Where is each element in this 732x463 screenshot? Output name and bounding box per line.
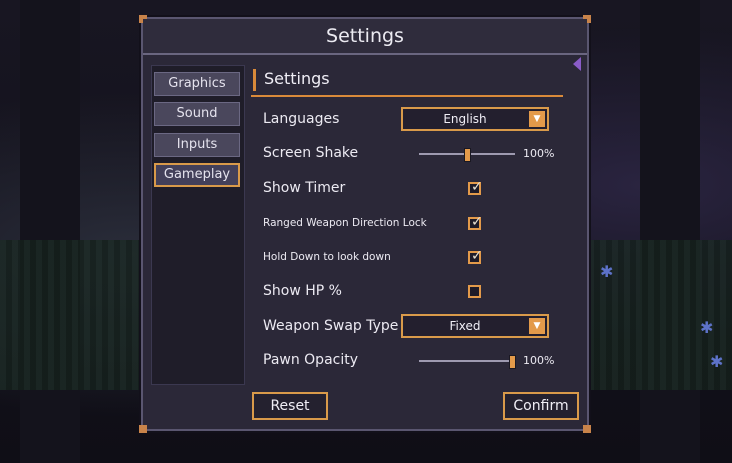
tree-trunk-left [20,0,80,463]
settings-content: Settings Languages English ▼ Screen Shak… [251,65,569,383]
weapon-swap-label: Weapon Swap Type [263,318,399,334]
pawn-opacity-value: 100% [523,354,555,367]
title-bar: Settings [143,19,587,55]
tab-gameplay[interactable]: Gameplay [154,163,240,187]
hold-down-label: Hold Down to look down [263,251,391,263]
reset-button[interactable]: Reset [252,392,328,420]
languages-value: English [443,112,487,126]
corner-ornament [583,425,591,433]
tab-list: Graphics Sound Inputs Gameplay [151,65,245,385]
settings-dialog: Settings Graphics Sound Inputs Gameplay … [139,15,591,433]
flower-icon: ✱ [600,262,614,281]
weapon-swap-dropdown[interactable]: Fixed ▼ [401,314,549,338]
checkmark-icon: ✓ [471,179,483,195]
corner-ornament [139,425,147,433]
hold-down-checkbox[interactable]: ✓ [468,248,483,264]
confirm-button[interactable]: Confirm [503,392,579,420]
show-timer-checkbox[interactable]: ✓ [468,179,483,195]
tab-inputs[interactable]: Inputs [154,133,240,157]
languages-dropdown[interactable]: English ▼ [401,107,549,131]
show-hp-label: Show HP % [263,283,342,299]
screen-shake-slider[interactable] [419,148,515,162]
show-timer-label: Show Timer [263,180,346,196]
flower-icon: ✱ [710,352,724,371]
show-hp-checkbox[interactable] [468,285,481,298]
screen-shake-label: Screen Shake [263,145,359,161]
tab-sound[interactable]: Sound [154,102,240,126]
section-divider [251,95,563,97]
tree-trunk-right [640,0,700,463]
flower-icon: ✱ [700,318,714,337]
ranged-lock-checkbox[interactable]: ✓ [468,214,483,230]
ranged-lock-label: Ranged Weapon Direction Lock [263,217,427,229]
pawn-opacity-label: Pawn Opacity [263,352,359,368]
back-arrow-icon[interactable] [573,57,581,71]
checkmark-icon: ✓ [471,248,483,264]
weapon-swap-value: Fixed [449,319,481,333]
chevron-down-icon[interactable]: ▼ [529,318,545,334]
section-heading: Settings [253,69,330,91]
screen-shake-value: 100% [523,147,555,160]
dialog-title: Settings [326,25,404,47]
languages-label: Languages [263,111,340,127]
checkmark-icon: ✓ [471,214,483,230]
screen-shake-slider-thumb[interactable] [464,148,471,162]
pawn-opacity-slider-thumb[interactable] [509,355,516,369]
chevron-down-icon[interactable]: ▼ [529,111,545,127]
pawn-opacity-slider[interactable] [419,355,516,369]
tab-graphics[interactable]: Graphics [154,72,240,96]
